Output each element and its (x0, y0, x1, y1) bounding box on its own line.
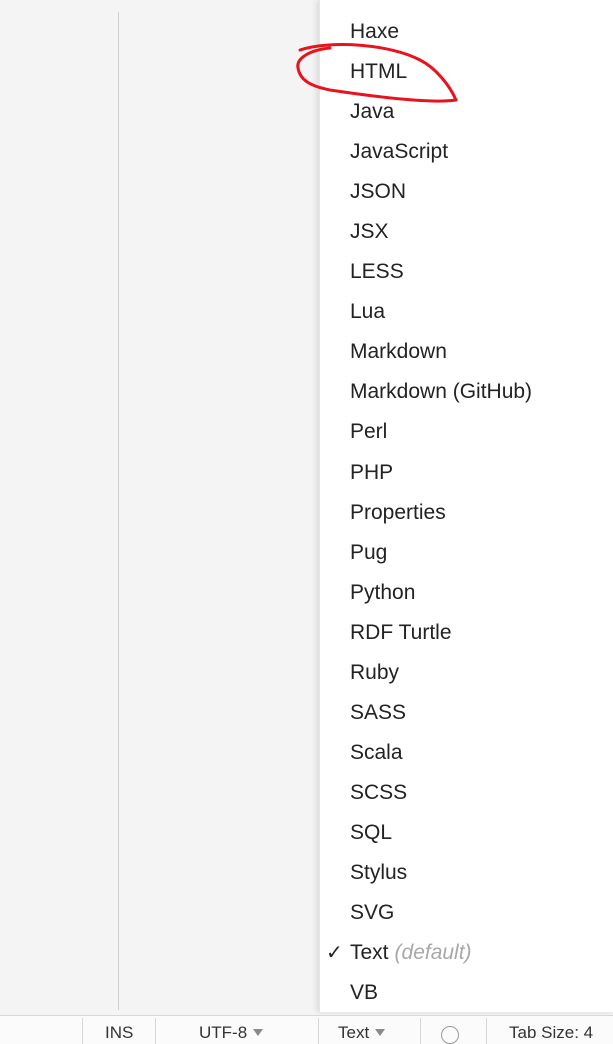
language-menu-item[interactable]: PHP (320, 453, 613, 493)
linter-status-icon[interactable] (441, 1026, 459, 1044)
language-menu-item-label: SVG (350, 901, 395, 925)
language-menu-item[interactable]: Pug (320, 533, 613, 573)
language-menu-item-label: JSON (350, 180, 407, 204)
encoding-dropdown[interactable]: UTF-8 (199, 1016, 264, 1044)
language-menu-item-label: SCSS (350, 780, 408, 804)
tab-size-setting[interactable]: Tab Size: 4 (509, 1016, 593, 1044)
status-separator (486, 1018, 487, 1044)
language-menu-item[interactable]: VB (320, 973, 613, 1012)
language-menu-item[interactable]: SCSS (320, 773, 613, 813)
language-menu-item[interactable]: Java (320, 92, 613, 132)
checkmark-icon: ✓ (326, 942, 343, 965)
language-menu-item[interactable]: SQL (320, 813, 613, 853)
language-menu-item-label: Text (350, 941, 389, 965)
status-separator (155, 1018, 156, 1044)
gutter-divider (118, 12, 119, 1010)
language-menu-item[interactable]: JSON (320, 172, 613, 212)
language-menu-item-label: Markdown (GitHub) (350, 380, 533, 404)
status-separator (82, 1018, 83, 1044)
language-menu-item[interactable]: SASS (320, 693, 613, 733)
language-menu-item[interactable]: Scala (320, 733, 613, 773)
language-menu-item-label: Ruby (350, 660, 400, 684)
language-menu-item[interactable]: SVG (320, 893, 613, 933)
language-menu-item[interactable]: Ruby (320, 653, 613, 693)
editor-window: Haxe HTML Java JavaScript JSON JSX LESS Lua Mark… (0, 0, 613, 1044)
language-menu-item-label: Haxe (350, 20, 400, 43)
language-menu-item[interactable]: Python (320, 573, 613, 613)
language-menu-item-label: LESS (350, 260, 404, 284)
language-menu-item-label: Markdown (350, 340, 447, 364)
language-menu-item[interactable]: JSX (320, 212, 613, 252)
language-menu-item-label: Properties (350, 500, 446, 524)
language-menu-item-label: JSX (350, 220, 389, 244)
language-menu-item-label: Scala (350, 740, 403, 764)
status-separator (420, 1018, 421, 1044)
language-menu-item-label: PHP (350, 460, 394, 484)
language-menu-item[interactable]: Perl (320, 412, 613, 452)
language-dropdown-menu: Haxe HTML Java JavaScript JSON JSX LESS Lua Mark… (319, 0, 613, 1012)
language-mode-label: Text (338, 1023, 370, 1042)
language-menu-item-label: Lua (350, 300, 386, 324)
language-menu-item[interactable]: HTML (320, 52, 613, 92)
language-menu-item-label: Java (350, 100, 395, 124)
language-menu-item-label: Perl (350, 420, 388, 444)
chevron-down-icon (253, 1029, 264, 1036)
language-list: Haxe HTML Java JavaScript JSON JSX LESS Lua Mark… (320, 12, 613, 1012)
status-bar: INS UTF-8 Text Tab Size: 4 (0, 1015, 613, 1044)
language-menu-item-label: Stylus (350, 860, 408, 884)
status-separator (318, 1018, 319, 1044)
language-menu-item[interactable]: Lua (320, 292, 613, 332)
language-menu-item-label: SQL (350, 820, 393, 844)
language-menu-item-label: RDF Turtle (350, 620, 452, 644)
insert-mode-indicator[interactable]: INS (105, 1016, 133, 1044)
language-menu-item[interactable]: Haxe (320, 12, 613, 52)
language-menu-item[interactable]: Markdown (GitHub) (320, 372, 613, 412)
language-menu-item-label: SASS (350, 700, 407, 724)
language-mode-dropdown[interactable]: Text (338, 1016, 386, 1044)
language-menu-item[interactable]: ✓ Text (default) (320, 933, 613, 973)
language-menu-item[interactable]: Stylus (320, 853, 613, 893)
language-menu-item-label: Python (350, 580, 416, 604)
language-menu-item-label: Pug (350, 540, 388, 564)
language-menu-item[interactable]: RDF Turtle (320, 613, 613, 653)
encoding-label: UTF-8 (199, 1023, 248, 1042)
language-menu-item[interactable]: JavaScript (320, 132, 613, 172)
language-menu-item[interactable]: Markdown (320, 332, 613, 372)
default-language-note: (default) (394, 941, 472, 965)
language-menu-item-label: JavaScript (350, 140, 449, 164)
language-menu-item-label: VB (350, 981, 379, 1005)
chevron-down-icon (375, 1029, 386, 1036)
language-menu-item[interactable]: LESS (320, 252, 613, 292)
language-menu-item-label: HTML (350, 60, 408, 84)
language-menu-item[interactable]: Properties (320, 493, 613, 533)
